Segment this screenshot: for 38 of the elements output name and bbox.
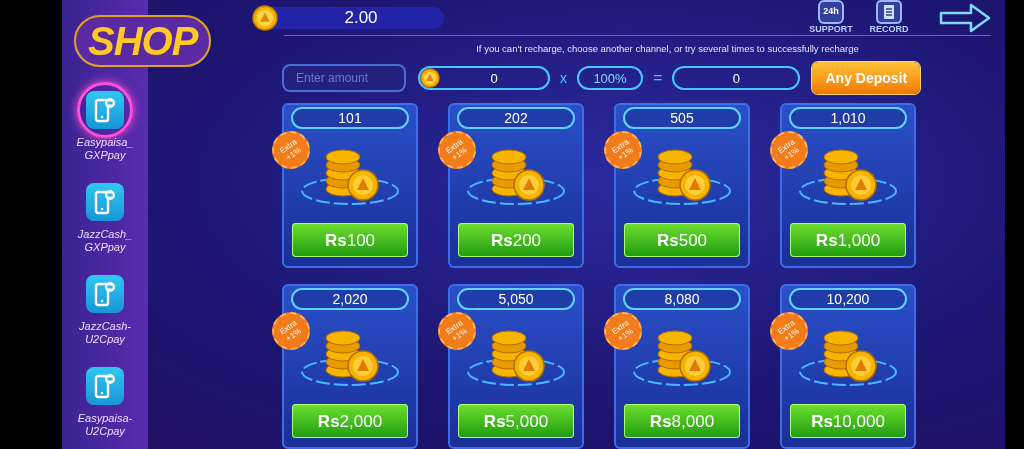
phone-icon — [94, 97, 116, 123]
right-arrow-icon — [939, 2, 991, 33]
coin-amount-label: 2,020 — [291, 288, 409, 311]
shop-logo: SHOP — [74, 15, 212, 67]
multiply-sign: x — [560, 68, 567, 88]
coin-amount-label: 505 — [623, 107, 741, 130]
clipboard-icon — [876, 0, 902, 24]
forward-arrow-button[interactable] — [939, 2, 991, 33]
channel-label: Easypaisa_ GXPpay — [75, 136, 135, 162]
balance-value: 2.00 — [343, 6, 379, 29]
channel-label: JazzCash- U2Cpay — [78, 320, 132, 346]
bonus-percent-field: 100% — [577, 66, 643, 91]
coin-amount-label: 8,080 — [623, 288, 741, 311]
phone-icon — [94, 373, 116, 399]
coin-amount-label: 202 — [457, 107, 575, 130]
coin-amount-label: 10,200 — [789, 288, 907, 311]
coin-amount-label: 1,010 — [789, 107, 907, 130]
recharge-notice: If you can't recharge, choose another channel, or try several times to successfully recharge — [475, 42, 860, 56]
channel-label: Easypaisa- U2Cpay — [76, 412, 134, 438]
result-field: 0 — [672, 66, 801, 91]
support-button[interactable]: 24h SUPPORT — [809, 0, 853, 35]
payment-channel[interactable]: JazzCash_ GXPpay — [67, 174, 143, 254]
coin-amount-label: 101 — [291, 107, 409, 130]
channel-label: JazzCash_ GXPpay — [76, 228, 134, 254]
headset-badge-icon: 24h — [818, 0, 844, 24]
action-label: RECORD — [869, 24, 909, 35]
payment-channel[interactable]: JazzCash- U2Cpay — [67, 266, 143, 346]
phone-icon — [94, 281, 116, 307]
coin-amount-field: 0 — [418, 66, 550, 91]
coin-amount-label: 5,050 — [457, 288, 575, 311]
action-label: SUPPORT — [809, 24, 853, 35]
coin-icon — [252, 4, 278, 31]
amount-input-field[interactable]: Enter amount — [282, 64, 406, 93]
phone-icon — [94, 189, 116, 215]
equals-sign: = — [653, 68, 663, 89]
coin-icon — [420, 68, 440, 89]
record-button[interactable]: RECORD — [867, 0, 911, 35]
payment-channel[interactable]: Easypaisa- U2Cpay — [67, 358, 143, 438]
